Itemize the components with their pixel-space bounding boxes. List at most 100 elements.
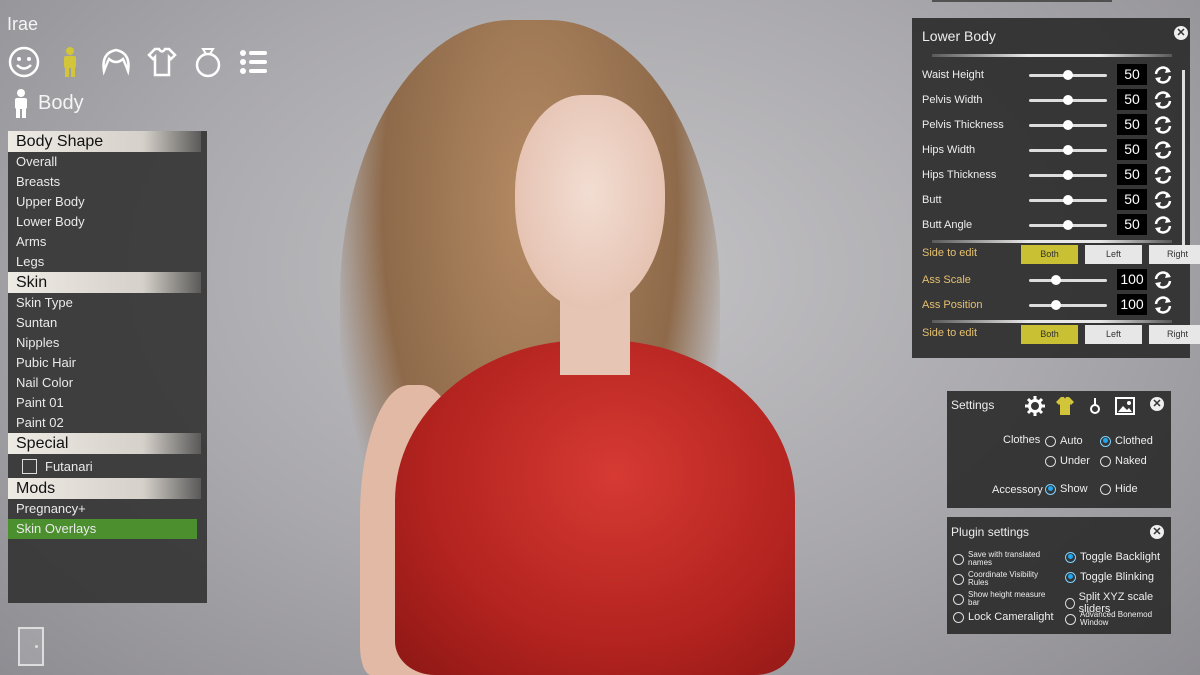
exit-door-icon[interactable] <box>18 627 44 666</box>
reset-icon[interactable] <box>1152 269 1174 291</box>
gear-icon[interactable] <box>1025 396 1045 416</box>
lower-body-scrollbar[interactable] <box>1182 70 1185 245</box>
reset-icon[interactable] <box>1152 164 1174 186</box>
image-icon[interactable] <box>1115 396 1135 416</box>
slider-knob[interactable] <box>1063 220 1073 230</box>
slider-knob[interactable] <box>1051 275 1062 285</box>
checkbox-box[interactable] <box>22 458 37 474</box>
radio-button[interactable] <box>953 553 964 565</box>
reset-icon[interactable] <box>1152 294 1174 316</box>
clothes-icon[interactable] <box>144 44 180 80</box>
plugin-option-lock-cameralight[interactable]: Lock Cameralight <box>953 611 1054 623</box>
plugin-option-advanced-bonemod-window[interactable]: Advanced Bonemod Window <box>1065 611 1152 627</box>
close-icon[interactable]: ✕ <box>1150 525 1164 539</box>
slider-value-input[interactable]: 50 <box>1117 214 1147 235</box>
slider-track[interactable] <box>1029 120 1107 130</box>
side-left-button[interactable]: Left <box>1085 325 1142 344</box>
clothes-option-auto[interactable]: Auto <box>1045 435 1083 447</box>
accessory-option-hide[interactable]: Hide <box>1100 483 1138 495</box>
radio-button[interactable] <box>1065 551 1076 563</box>
slider-track[interactable] <box>1029 145 1107 155</box>
plugin-option-show-height-measure-bar[interactable]: Show height measure bar <box>953 591 1045 607</box>
menu-item-pregnancy[interactable]: Pregnancy+ <box>8 499 207 519</box>
checkbox-futanari[interactable]: Futanari <box>8 454 207 478</box>
slider-value-input[interactable]: 100 <box>1117 294 1147 315</box>
clothes-option-under[interactable]: Under <box>1045 455 1090 467</box>
menu-item-breasts[interactable]: Breasts <box>8 172 207 192</box>
slider-track[interactable] <box>1029 70 1107 80</box>
slider-knob[interactable] <box>1063 120 1073 130</box>
plugin-option-toggle-blinking[interactable]: Toggle Blinking <box>1065 571 1154 583</box>
slider-knob[interactable] <box>1051 300 1062 310</box>
radio-button[interactable] <box>1065 597 1075 609</box>
hair-icon[interactable] <box>98 44 134 80</box>
radio-button[interactable] <box>1045 483 1056 495</box>
plugin-option-save-with-translated-names[interactable]: Save with translated names <box>953 551 1040 567</box>
outfit-icon[interactable] <box>1055 396 1075 416</box>
slider-value-input[interactable]: 50 <box>1117 189 1147 210</box>
menu-item-nipples[interactable]: Nipples <box>8 333 207 353</box>
reset-icon[interactable] <box>1152 114 1174 136</box>
clothes-option-clothed[interactable]: Clothed <box>1100 435 1153 447</box>
menu-item-pubic-hair[interactable]: Pubic Hair <box>8 353 207 373</box>
slider-track[interactable] <box>1029 220 1107 230</box>
slider-track[interactable] <box>1029 170 1107 180</box>
menu-item-suntan[interactable]: Suntan <box>8 313 207 333</box>
radio-button[interactable] <box>953 611 964 623</box>
slider-value-input[interactable]: 50 <box>1117 114 1147 135</box>
side-both-button[interactable]: Both <box>1021 325 1078 344</box>
plugin-option-coordinate-visibility-rules[interactable]: Coordinate Visibility Rules <box>953 571 1038 587</box>
accessory-option-show[interactable]: Show <box>1045 483 1088 495</box>
reset-icon[interactable] <box>1152 189 1174 211</box>
slider-track[interactable] <box>1029 300 1107 310</box>
accessory-tab-icon[interactable] <box>1085 396 1105 416</box>
list-icon[interactable] <box>236 44 272 80</box>
radio-button[interactable] <box>1100 435 1111 447</box>
reset-icon[interactable] <box>1152 89 1174 111</box>
slider-knob[interactable] <box>1063 95 1073 105</box>
slider-track[interactable] <box>1029 195 1107 205</box>
menu-item-overall[interactable]: Overall <box>8 152 207 172</box>
radio-button[interactable] <box>1065 613 1076 625</box>
menu-item-paint-01[interactable]: Paint 01 <box>8 393 207 413</box>
slider-value-input[interactable]: 100 <box>1117 269 1147 290</box>
slider-track[interactable] <box>1029 95 1107 105</box>
menu-item-arms[interactable]: Arms <box>8 232 207 252</box>
menu-item-legs[interactable]: Legs <box>8 252 207 272</box>
face-icon[interactable] <box>6 44 42 80</box>
reset-icon[interactable] <box>1152 139 1174 161</box>
slider-value-input[interactable]: 50 <box>1117 164 1147 185</box>
slider-knob[interactable] <box>1063 195 1073 205</box>
menu-item-lower-body[interactable]: Lower Body <box>8 212 207 232</box>
slider-knob[interactable] <box>1063 70 1073 80</box>
radio-button[interactable] <box>953 593 964 605</box>
menu-item-skin-type[interactable]: Skin Type <box>8 293 207 313</box>
radio-button[interactable] <box>1045 455 1056 467</box>
slider-knob[interactable] <box>1063 145 1073 155</box>
reset-icon[interactable] <box>1152 214 1174 236</box>
plugin-option-toggle-backlight[interactable]: Toggle Backlight <box>1065 551 1160 563</box>
slider-knob[interactable] <box>1063 170 1073 180</box>
reset-icon[interactable] <box>1152 64 1174 86</box>
slider-track[interactable] <box>1029 275 1107 285</box>
radio-button[interactable] <box>1100 483 1111 495</box>
side-right-button[interactable]: Right <box>1149 325 1200 344</box>
radio-button[interactable] <box>953 573 964 585</box>
side-right-button[interactable]: Right <box>1149 245 1200 264</box>
slider-value-input[interactable]: 50 <box>1117 64 1147 85</box>
slider-value-input[interactable]: 50 <box>1117 89 1147 110</box>
slider-value-input[interactable]: 50 <box>1117 139 1147 160</box>
menu-item-upper-body[interactable]: Upper Body <box>8 192 207 212</box>
accessory-icon[interactable] <box>190 44 226 80</box>
radio-button[interactable] <box>1045 435 1056 447</box>
clothes-option-naked[interactable]: Naked <box>1100 455 1147 467</box>
close-icon[interactable]: ✕ <box>1150 397 1164 411</box>
radio-button[interactable] <box>1100 455 1111 467</box>
menu-item-skin-overlays[interactable]: Skin Overlays <box>8 519 197 539</box>
radio-button[interactable] <box>1065 571 1076 583</box>
close-icon[interactable]: ✕ <box>1174 26 1188 40</box>
menu-item-nail-color[interactable]: Nail Color <box>8 373 207 393</box>
side-both-button[interactable]: Both <box>1021 245 1078 264</box>
body-icon[interactable] <box>52 44 88 80</box>
side-left-button[interactable]: Left <box>1085 245 1142 264</box>
